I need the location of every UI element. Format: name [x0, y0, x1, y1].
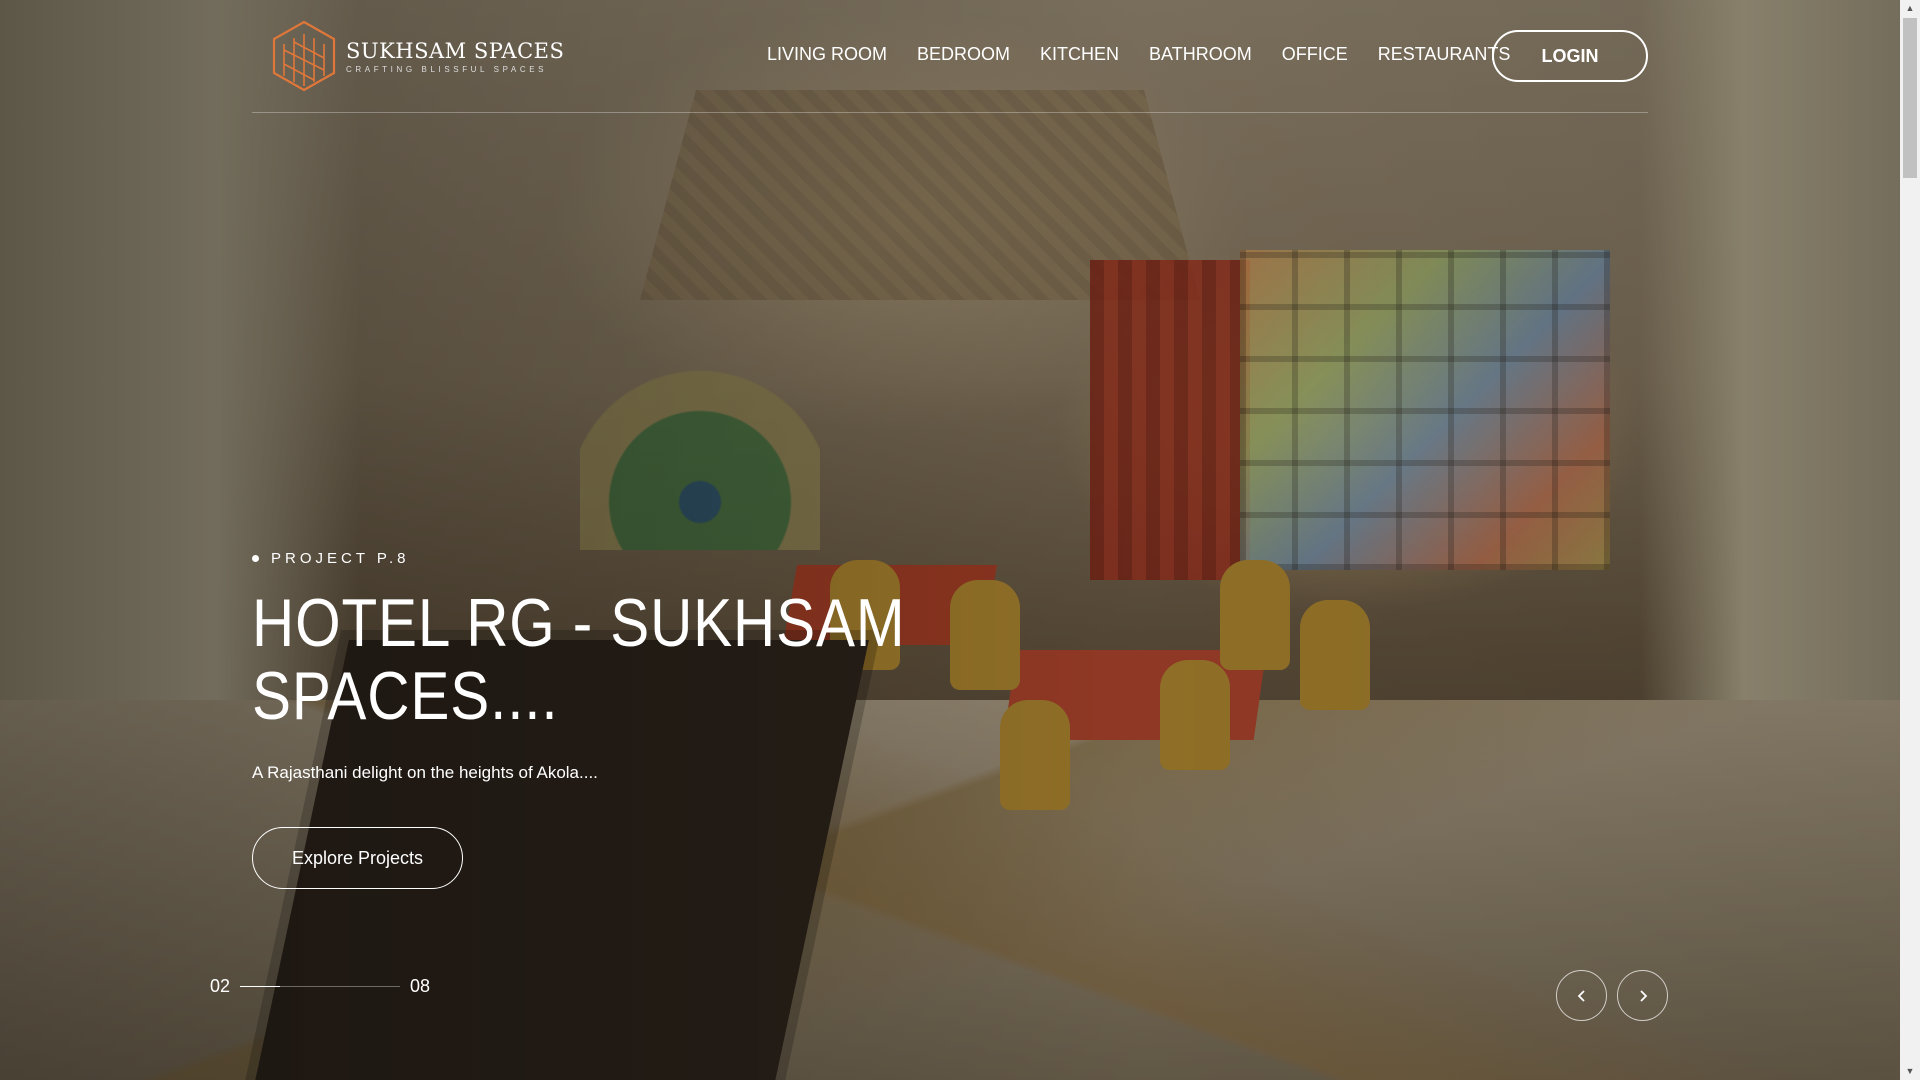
nav-item-office[interactable]: OFFICE [1282, 44, 1348, 65]
explore-projects-button[interactable]: Explore Projects [252, 827, 463, 889]
hero-content: PROJECT P.8 HOTEL RG - SUKHSAM SPACES...… [252, 550, 952, 783]
chevron-left-icon [1577, 989, 1585, 1002]
scroll-up-arrow-icon[interactable]: ▲ [1900, 0, 1920, 17]
slide-progress-track [240, 986, 401, 987]
project-number: PROJECT P.8 [271, 550, 410, 567]
brand-name: SUKHSAM SPACES [346, 38, 565, 63]
bullet-dot-icon [252, 555, 259, 562]
slide-current: 02 [210, 976, 231, 996]
nav-item-living-room[interactable]: LIVING ROOM [767, 44, 887, 65]
slide-total: 08 [410, 976, 431, 996]
scroll-down-arrow-icon[interactable]: ▼ [1900, 1063, 1920, 1080]
slider-prev-button[interactable] [1556, 970, 1607, 1021]
login-button[interactable]: LOGIN [1492, 30, 1648, 82]
chevron-right-icon [1639, 989, 1647, 1002]
slider-next-button[interactable] [1617, 970, 1668, 1021]
nav-item-restaurants[interactable]: RESTAURANTS [1378, 44, 1511, 65]
page-scrollbar[interactable]: ▲ ▼ [1900, 0, 1920, 1080]
project-eyebrow: PROJECT P.8 [252, 550, 952, 567]
hero-subtitle: A Rajasthani delight on the heights of A… [252, 763, 598, 782]
site-header: SUKHSAM SPACES CRAFTING BLISSFUL SPACES … [252, 0, 1648, 113]
brand-tagline: CRAFTING BLISSFUL SPACES [346, 64, 548, 74]
nav-item-bedroom[interactable]: BEDROOM [917, 44, 1010, 65]
slide-counter: 02 08 [210, 976, 430, 997]
brand-logo[interactable]: SUKHSAM SPACES CRAFTING BLISSFUL SPACES [272, 20, 564, 92]
logo-hexagon-icon [272, 20, 336, 92]
main-nav: LIVING ROOM BEDROOM KITCHEN BATHROOM OFF… [767, 44, 1510, 65]
slide-progress-fill [240, 986, 281, 987]
scrollbar-thumb[interactable] [1903, 18, 1917, 178]
hero-background-image [0, 0, 1900, 1080]
nav-item-kitchen[interactable]: KITCHEN [1040, 44, 1119, 65]
hero-title: HOTEL RG - SUKHSAM SPACES.... [252, 585, 906, 734]
nav-item-bathroom[interactable]: BATHROOM [1149, 44, 1252, 65]
